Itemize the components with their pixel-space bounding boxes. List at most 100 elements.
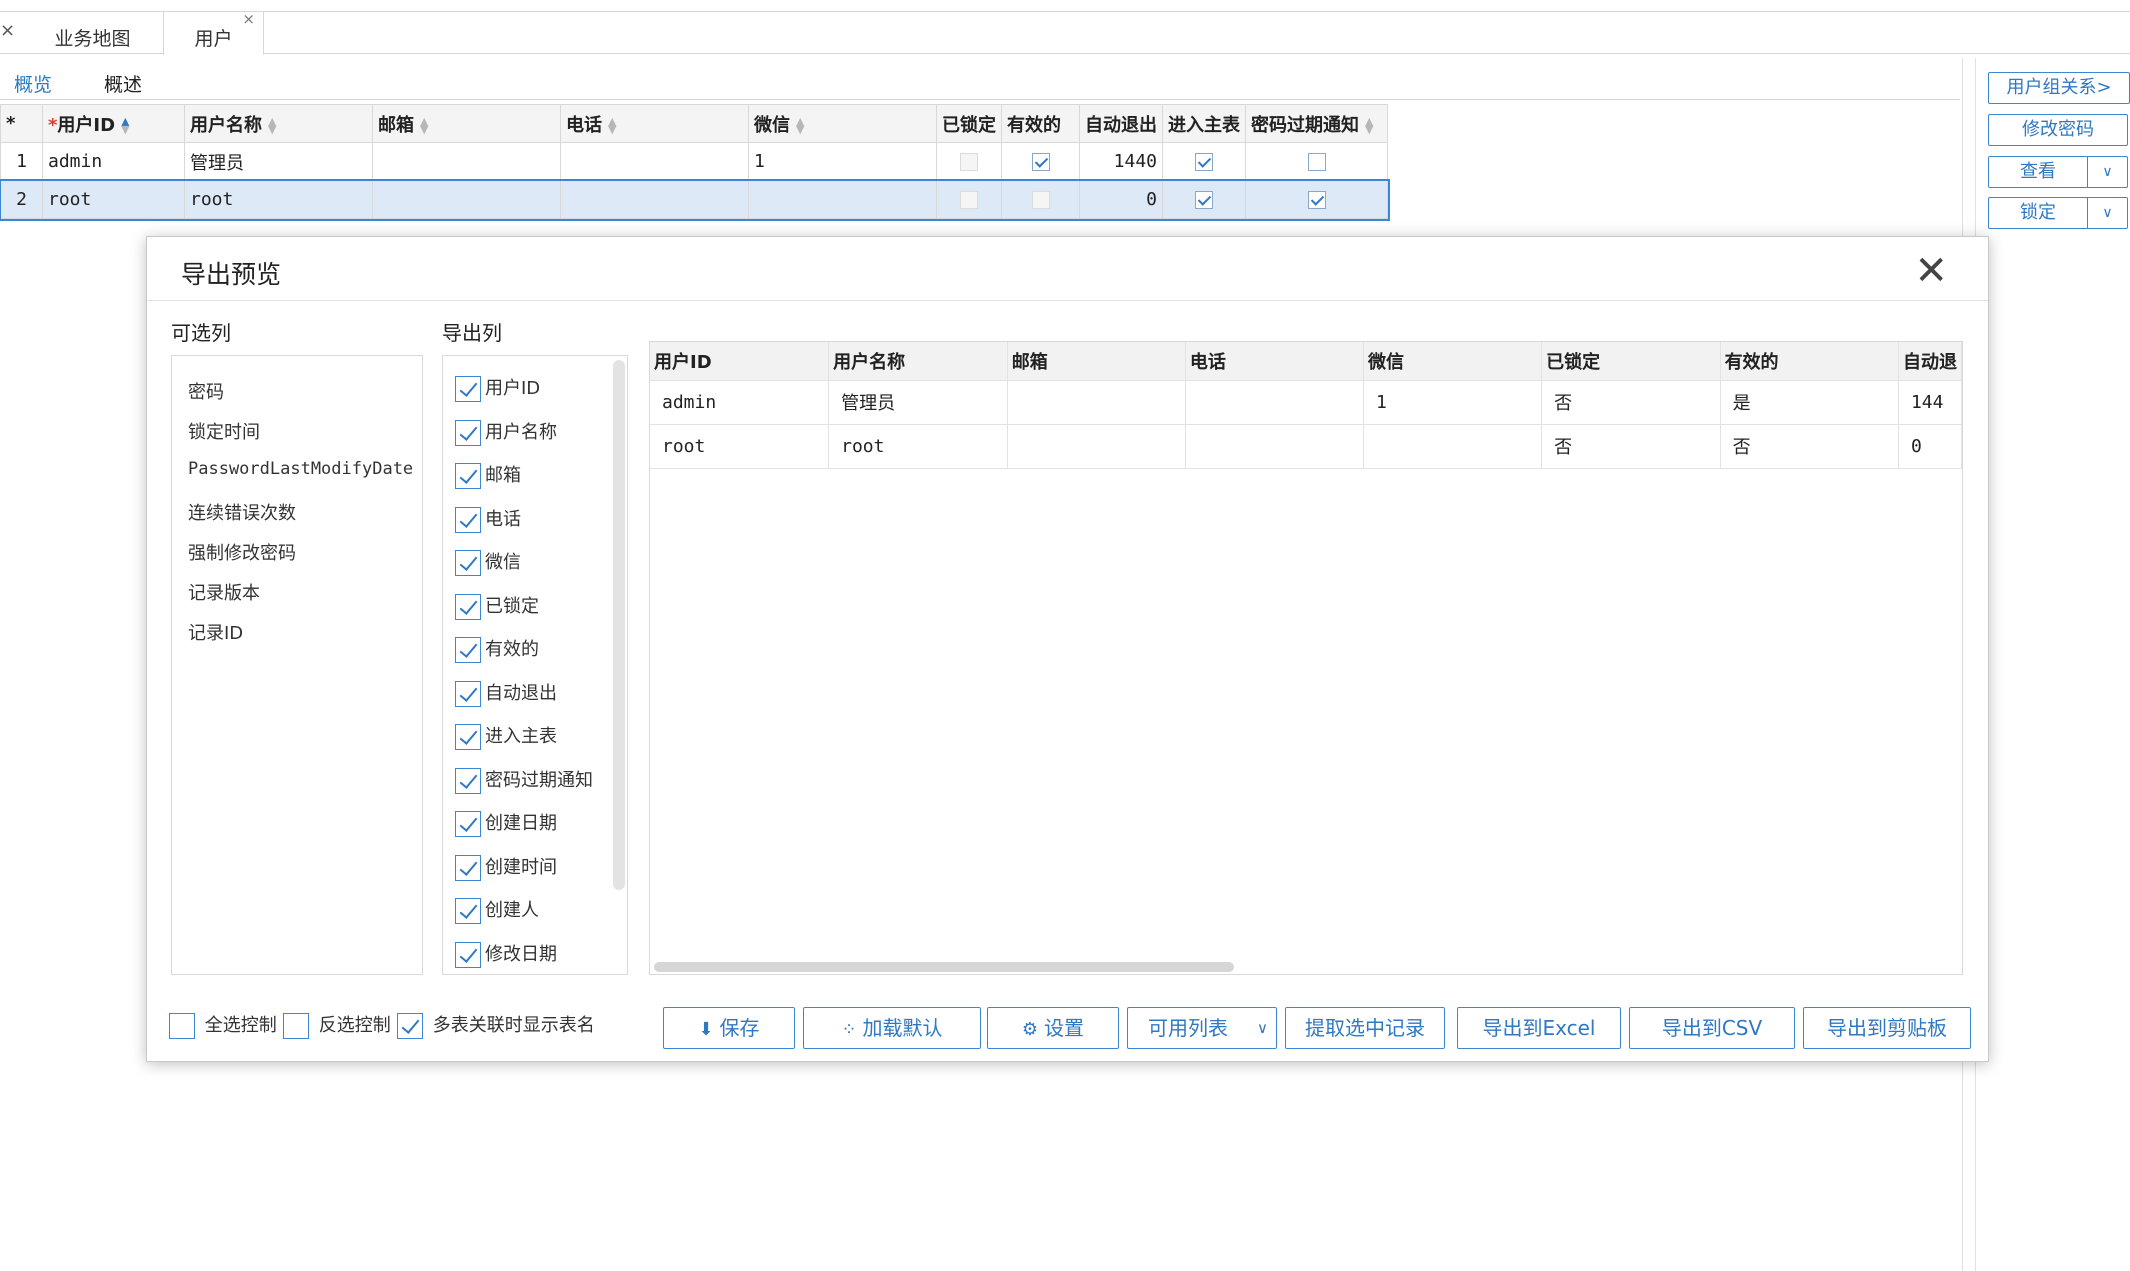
fetch-selected-button[interactable]: 提取选中记录 xyxy=(1285,1007,1445,1049)
list-item[interactable]: 微信 xyxy=(455,548,521,576)
list-item[interactable]: 密码 xyxy=(188,378,224,404)
select-all-checkbox[interactable] xyxy=(169,1013,195,1039)
export-column-checkbox[interactable] xyxy=(455,550,481,576)
vertical-scrollbar[interactable] xyxy=(613,360,625,890)
cell-user-id[interactable]: admin xyxy=(42,142,185,181)
chevron-down-icon[interactable]: ∨ xyxy=(2087,157,2127,187)
available-columns-list[interactable]: 密码 锁定时间 PasswordLastModifyDate 连续错误次数 强制… xyxy=(171,355,423,975)
column-header-user-name[interactable]: 用户名称 ▲ ▼ xyxy=(184,104,373,143)
horizontal-scrollbar[interactable] xyxy=(654,962,1234,972)
tab-overview[interactable]: 概览 xyxy=(0,70,71,106)
column-header-valid[interactable]: 有效的 xyxy=(1001,104,1080,143)
cell-auto-logout[interactable]: 1440 xyxy=(1079,142,1163,181)
column-header-pwd-notice[interactable]: 密码过期通知 ▲ ▼ xyxy=(1245,104,1388,143)
close-tab-icon[interactable]: × xyxy=(242,10,255,28)
list-item[interactable]: 有效的 xyxy=(455,635,539,663)
cell-email[interactable] xyxy=(372,142,561,181)
enter-main-checkbox[interactable] xyxy=(1195,191,1213,209)
cell-enter-main[interactable] xyxy=(1162,142,1246,181)
list-item[interactable]: 电话 xyxy=(455,505,521,533)
export-column-checkbox[interactable] xyxy=(455,768,481,794)
cell-wechat[interactable] xyxy=(748,180,937,219)
user-group-relation-button[interactable]: 用户组关系> xyxy=(1988,72,2130,104)
cell-enter-main[interactable] xyxy=(1162,180,1246,219)
column-header-email[interactable]: 邮箱 ▲ ▼ xyxy=(372,104,561,143)
cell-locked[interactable] xyxy=(936,180,1002,219)
export-column-checkbox[interactable] xyxy=(455,594,481,620)
cell-phone[interactable] xyxy=(560,180,749,219)
view-button[interactable]: 查看 ∨ xyxy=(1988,156,2128,188)
sort-icon[interactable]: ▲ ▼ xyxy=(608,116,620,135)
close-icon[interactable]: ✕ xyxy=(1914,251,1948,291)
export-clipboard-button[interactable]: 导出到剪贴板 xyxy=(1803,1007,1971,1049)
list-item[interactable]: PasswordLastModifyDate xyxy=(188,459,413,479)
export-column-checkbox[interactable] xyxy=(455,681,481,707)
select-all-control[interactable]: 全选控制 xyxy=(169,1011,277,1039)
list-item[interactable]: 进入主表 xyxy=(455,722,557,750)
sort-icon[interactable]: ▲ ▼ xyxy=(121,116,133,135)
list-item[interactable]: 邮箱 xyxy=(455,461,521,489)
cell-pwd-notice[interactable] xyxy=(1245,180,1388,219)
lock-button[interactable]: 锁定 ∨ xyxy=(1988,197,2128,229)
tab-summary[interactable]: 概述 xyxy=(104,70,142,97)
list-item[interactable]: 锁定时间 xyxy=(188,418,260,444)
chevron-down-icon[interactable]: ∨ xyxy=(2087,198,2127,228)
invert-selection-control[interactable]: 反选控制 xyxy=(283,1011,391,1039)
list-item[interactable]: 修改日期 xyxy=(455,940,557,968)
cell-wechat[interactable]: 1 xyxy=(748,142,937,181)
cell-user-name[interactable]: root xyxy=(184,180,373,219)
list-item[interactable]: 创建时间 xyxy=(455,853,557,881)
column-header-enter-main[interactable]: 进入主表 xyxy=(1162,104,1246,143)
show-table-name-checkbox[interactable] xyxy=(397,1013,423,1039)
tab-users[interactable]: 用户 × xyxy=(164,10,264,55)
column-header-locked[interactable]: 已锁定 xyxy=(936,104,1002,143)
change-password-button[interactable]: 修改密码 xyxy=(1988,114,2128,146)
list-item[interactable]: 自动退出 xyxy=(455,679,557,707)
export-column-checkbox[interactable] xyxy=(455,855,481,881)
list-item[interactable]: 连续错误次数 xyxy=(188,499,296,525)
export-excel-button[interactable]: 导出到Excel xyxy=(1457,1007,1621,1049)
column-header-wechat[interactable]: 微信 ▲ ▼ xyxy=(748,104,937,143)
list-item[interactable]: 强制修改密码 xyxy=(188,539,296,565)
close-icon[interactable]: × xyxy=(0,20,15,41)
list-item[interactable]: 创建人 xyxy=(455,896,539,924)
table-row-selected[interactable]: 2 root root 0 xyxy=(0,178,1390,221)
list-item[interactable]: 密码过期通知 xyxy=(455,766,593,794)
export-column-checkbox[interactable] xyxy=(455,420,481,446)
export-csv-button[interactable]: 导出到CSV xyxy=(1629,1007,1795,1049)
tab-business-map[interactable]: 业务地图 xyxy=(22,12,164,55)
enter-main-checkbox[interactable] xyxy=(1195,153,1213,171)
column-header-auto-logout[interactable]: 自动退出 xyxy=(1079,104,1163,143)
export-column-checkbox[interactable] xyxy=(455,942,481,968)
export-column-checkbox[interactable] xyxy=(455,507,481,533)
pwd-notice-checkbox[interactable] xyxy=(1307,191,1326,209)
sort-icon[interactable]: ▲ ▼ xyxy=(268,116,280,135)
cell-valid[interactable] xyxy=(1001,142,1080,181)
pwd-notice-checkbox[interactable] xyxy=(1307,153,1326,171)
cell-valid[interactable] xyxy=(1001,180,1080,219)
settings-button[interactable]: ⚙ 设置 xyxy=(987,1007,1119,1049)
export-column-checkbox[interactable] xyxy=(455,724,481,750)
sort-icon[interactable]: ▲ ▼ xyxy=(420,116,432,135)
export-columns-list[interactable]: 用户ID 用户名称 邮箱 电话 微信 已锁定 有效的 自动退出 进入主表 密码过… xyxy=(442,355,628,975)
export-column-checkbox[interactable] xyxy=(455,898,481,924)
cell-pwd-notice[interactable] xyxy=(1245,142,1388,181)
table-row[interactable]: 1 admin 管理员 1 1440 xyxy=(0,142,1388,181)
cell-user-name[interactable]: 管理员 xyxy=(184,142,373,181)
list-item[interactable]: 创建日期 xyxy=(455,809,557,837)
cell-auto-logout[interactable]: 0 xyxy=(1079,180,1163,219)
column-header-user-id[interactable]: *用户ID ▲ ▼ xyxy=(42,104,185,143)
sort-icon[interactable]: ▲ ▼ xyxy=(1365,116,1377,135)
list-item[interactable]: 已锁定 xyxy=(455,592,539,620)
valid-checkbox[interactable] xyxy=(1031,191,1050,209)
show-table-name-control[interactable]: 多表关联时显示表名 xyxy=(397,1011,595,1039)
valid-checkbox[interactable] xyxy=(1031,153,1050,171)
locked-checkbox[interactable] xyxy=(960,153,978,171)
locked-checkbox[interactable] xyxy=(960,191,978,209)
invert-checkbox[interactable] xyxy=(283,1013,309,1039)
cell-user-id[interactable]: root xyxy=(42,180,185,219)
export-column-checkbox[interactable] xyxy=(455,463,481,489)
cell-phone[interactable] xyxy=(560,142,749,181)
load-default-button[interactable]: ⁘ 加载默认 xyxy=(803,1007,981,1049)
list-item[interactable]: 用户名称 xyxy=(455,418,557,446)
